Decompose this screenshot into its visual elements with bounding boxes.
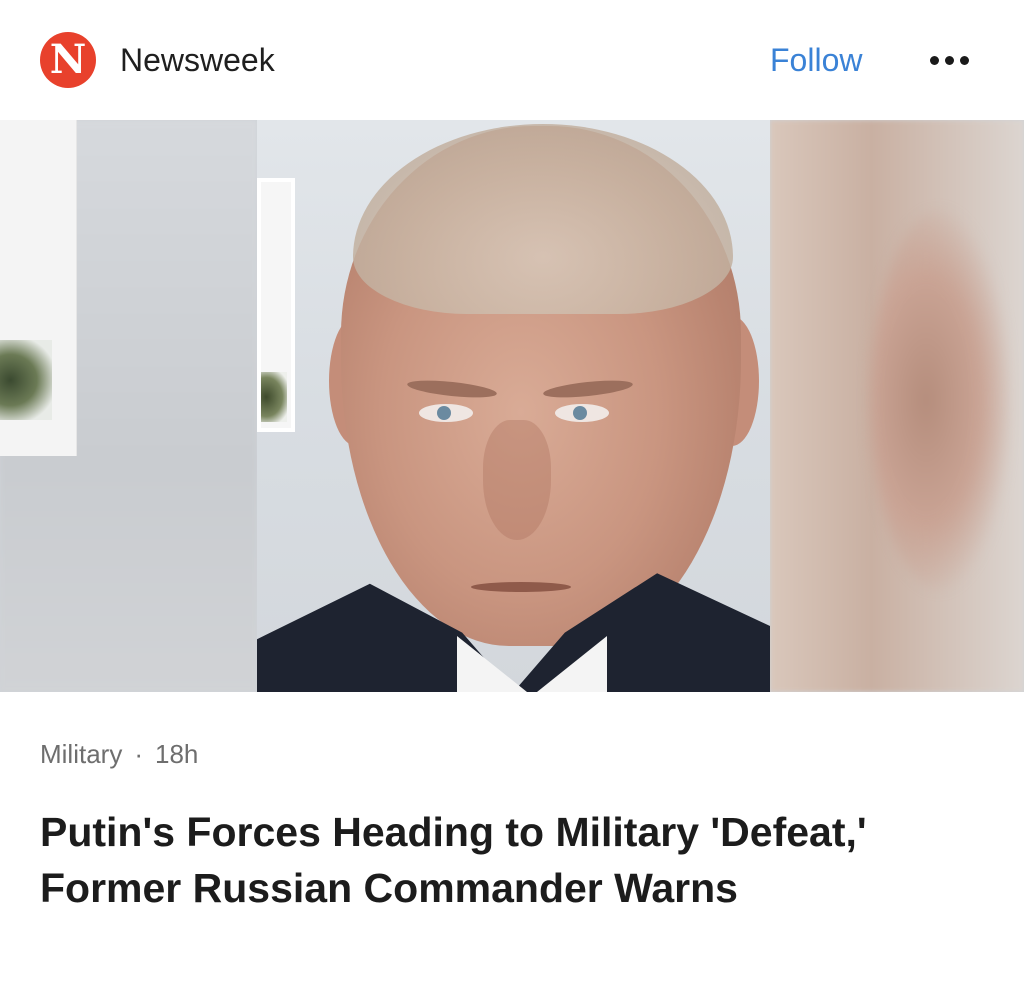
publisher-logo-letter: N — [49, 36, 87, 83]
eye-shape — [555, 404, 609, 422]
hero-photo — [257, 120, 770, 692]
article-hero-image[interactable] — [0, 120, 1024, 692]
nose-shape — [483, 420, 551, 540]
article-meta: Military · 18h — [40, 737, 198, 771]
article-headline[interactable]: Putin's Forces Heading to Military 'Defe… — [40, 804, 980, 916]
hair-shape — [353, 124, 733, 314]
more-dot — [930, 56, 939, 65]
publisher-name[interactable]: Newsweek — [120, 40, 275, 80]
more-icon[interactable] — [930, 52, 969, 69]
more-dot — [960, 56, 969, 65]
hero-blur-ear — [870, 210, 1010, 590]
follow-button[interactable]: Follow — [770, 40, 862, 80]
background-frame — [257, 178, 295, 432]
article-header: N Newsweek Follow — [0, 0, 1024, 120]
article-age: 18h — [155, 739, 199, 769]
mouth-shape — [471, 582, 571, 592]
hero-blur-frame — [0, 120, 77, 456]
meta-separator: · — [134, 739, 144, 769]
eye-shape — [419, 404, 473, 422]
more-dot — [945, 56, 954, 65]
article-category[interactable]: Military — [40, 739, 122, 769]
publisher-logo[interactable]: N — [40, 32, 96, 88]
